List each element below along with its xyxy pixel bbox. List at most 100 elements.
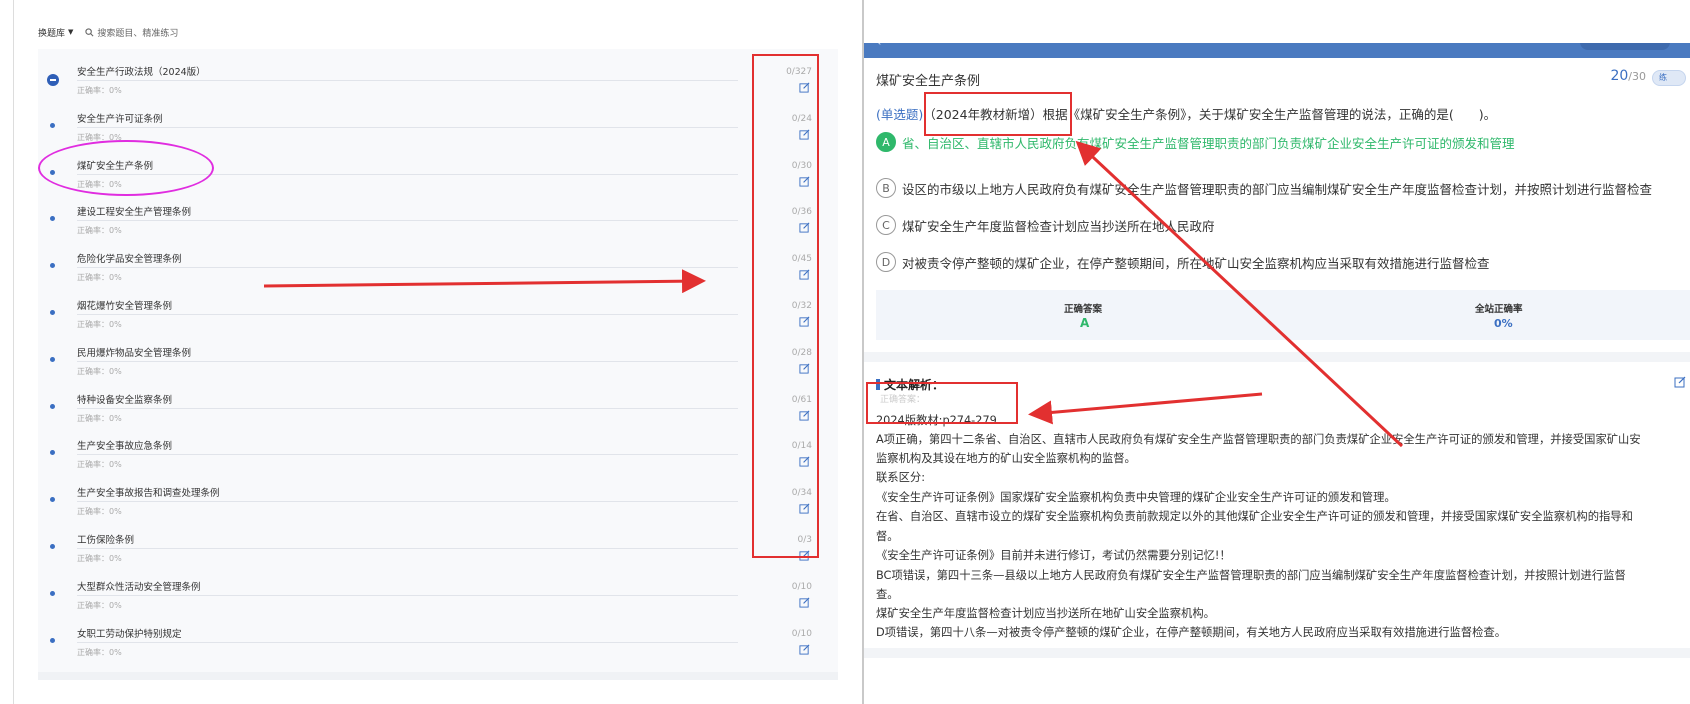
progress-total: /30: [1628, 70, 1646, 83]
left-toolbar: 换题库 ▼ 搜索题目、精准练习: [38, 22, 178, 42]
bullet-dot: [50, 637, 55, 643]
option-letter: C: [876, 215, 896, 235]
switch-bank-button[interactable]: 换题库 ▼: [38, 26, 73, 39]
site-rate-label: 全站正确率: [1475, 304, 1523, 315]
chapter-rate: 正确率：0%: [77, 320, 122, 329]
row-divider: [77, 126, 738, 128]
chapter-row[interactable]: 建设工程安全生产管理条例 正确率：0% 0/36: [38, 197, 838, 244]
switch-bank-label: 换题库: [38, 28, 66, 39]
chapter-title: 生产安全事故应急条例: [77, 441, 173, 453]
chapter-row[interactable]: 特种设备安全监察条例 正确率：0% 0/61: [38, 385, 838, 432]
row-divider: [77, 594, 738, 596]
caret-down-icon: ▼: [68, 28, 74, 36]
mode-toggle[interactable]: 练: [1652, 70, 1686, 86]
row-divider: [77, 220, 738, 222]
analysis-line: 在省、自治区、直辖市设立的煤矿安全监察机构负责前款规定以外的其他煤矿企业安全生产…: [876, 510, 1633, 523]
option-letter: B: [876, 178, 896, 198]
chapter-row[interactable]: 生产安全事故报告和调查处理条例 正确率：0% 0/34: [38, 478, 838, 525]
chapter-row[interactable]: 民用爆炸物品安全管理条例 正确率：0% 0/28: [38, 338, 838, 385]
row-divider: [77, 360, 738, 362]
analysis-line: D项错误，第四十八条—对被责令停产整顿的煤矿企业，在停产整顿期间，有关地方人民政…: [876, 626, 1507, 639]
bullet-dot: [50, 450, 55, 456]
section-separator: [864, 352, 1690, 362]
analysis-line: 煤矿安全生产年度监督检查计划应当抄送所在地矿山安全监察机构。: [876, 607, 1215, 620]
bullet-dot: [50, 356, 55, 362]
chapter-row[interactable]: 工伤保险条例 正确率：0% 0/3: [38, 525, 838, 572]
left-edge-strip: [0, 0, 14, 704]
chapter-count: 0/10: [791, 581, 812, 592]
bullet-dot: [50, 497, 55, 503]
answer-summary: 正确答案 A 全站正确率 0%: [876, 290, 1690, 340]
chapter-title: 女职工劳动保护特别规定: [77, 628, 182, 640]
bullet-dot: [50, 403, 55, 409]
chapter-title: 生产安全事故报告和调查处理条例: [77, 488, 220, 500]
analysis-line: 督。: [876, 530, 899, 543]
option-c[interactable]: C 煤矿安全生产年度监督检查计划应当抄送所在地人民政府: [876, 215, 1215, 235]
correct-answer-label: 正确答案: [1064, 304, 1103, 315]
chapter-rate: 正确率：0%: [77, 226, 122, 236]
chapter-title: 建设工程安全生产管理条例: [77, 207, 192, 219]
chapter-title: 民用爆炸物品安全管理条例: [77, 347, 192, 359]
screenshot-stage: 换题库 ▼ 搜索题目、精准练习 安全生产行政法规（2024版） 正确率：0% 0/3…: [0, 0, 1690, 704]
bullet-dot: [50, 590, 55, 596]
arrow-to-page-ref: [1028, 392, 1263, 425]
bullet-dot: [50, 263, 55, 269]
search-field[interactable]: 搜索题目、精准练习: [85, 26, 178, 39]
chapter-row[interactable]: 女职工劳动保护特别规定 正确率：0% 0/10: [38, 619, 838, 666]
bullet-dot: [50, 544, 55, 549]
selected-chapter-highlight: [38, 140, 214, 196]
chapter-rate: 正确率：0%: [77, 600, 122, 610]
edit-icon[interactable]: [799, 597, 810, 608]
section-title: 煤矿安全生产条例: [876, 74, 981, 89]
chapter-rate: 正确率：0%: [77, 86, 122, 95]
chapter-title: 烟花爆竹安全管理条例: [77, 301, 173, 312]
chapter-row[interactable]: 烟花爆竹安全管理条例 正确率：0% 0/32: [38, 291, 838, 338]
bullet-dot: [50, 122, 55, 128]
analysis-line: 查。: [876, 588, 899, 601]
chapter-rate: 正确率：0%: [77, 507, 122, 517]
chapter-rate: 正确率：0%: [77, 460, 122, 470]
correct-answer-value: A: [1080, 316, 1090, 330]
search-placeholder: 搜索题目、精准练习: [97, 28, 179, 39]
option-b[interactable]: B 设区的市级以上地方人民政府负有煤矿安全生产监督管理职责的部门应当编制煤矿安全…: [876, 178, 1652, 198]
textbook-page-highlight: [866, 382, 1018, 424]
list-bottom-strip: [38, 672, 838, 680]
bottom-separator: [864, 648, 1690, 658]
badge-highlight: [924, 92, 1072, 136]
analysis-line: 联系区分:: [876, 471, 925, 484]
row-divider: [77, 548, 738, 549]
collapse-icon[interactable]: [47, 74, 59, 86]
chapter-title: 安全生产许可证条例: [77, 113, 163, 125]
chapter-rate: 正确率：0%: [77, 413, 122, 423]
option-text: 煤矿安全生产年度监督检查计划应当抄送所在地人民政府: [902, 218, 1215, 234]
row-divider: [77, 267, 738, 269]
edit-icon[interactable]: [799, 644, 810, 655]
bullet-dot: [50, 216, 55, 222]
question-progress: 20/30: [1610, 68, 1646, 84]
question-type: (单选题): [876, 107, 924, 122]
analysis-line: A项正确，第四十二条省、自治区、直辖市人民政府负有煤矿安全生产监督管理职责的部门…: [876, 433, 1641, 446]
chapter-rate: 正确率：0%: [77, 554, 122, 563]
chapter-row[interactable]: 大型群众性活动安全管理条例 正确率：0% 0/10: [38, 572, 838, 619]
chapter-title: 危险化学品安全管理条例: [77, 254, 182, 266]
row-divider: [77, 641, 738, 643]
edit-icon[interactable]: [1674, 376, 1686, 388]
chapter-row[interactable]: 安全生产行政法规（2024版） 正确率：0% 0/327: [38, 57, 838, 104]
header-cropped-area: [864, 0, 1690, 43]
chapter-title: 安全生产行政法规（2024版）: [77, 67, 206, 78]
chapter-title: 工伤保险条例: [77, 535, 135, 546]
chapter-title: 大型群众性活动安全管理条例: [77, 581, 201, 593]
option-text: 对被责令停产整顿的煤矿企业，在停产整顿期间，所在地矿山安全监察机构应当采取有效措…: [902, 255, 1490, 271]
option-d[interactable]: D 对被责令停产整顿的煤矿企业，在停产整顿期间，所在地矿山安全监察机构应当采取有…: [876, 252, 1490, 272]
analysis-line: 《安全生产许可证条例》国家煤矿安全监察机构负责中央管理的煤矿企业安全生产许可证的…: [876, 491, 1396, 504]
analysis-line: BC项错误，第四十三条—县级以上地方人民政府负有煤矿安全生产监督管理职责的部门应…: [876, 569, 1626, 582]
chapter-count: 0/10: [791, 628, 812, 639]
chapter-row[interactable]: 生产安全事故应急条例 正确率：0% 0/14: [38, 431, 838, 478]
row-divider: [77, 314, 738, 315]
analysis-line: 《安全生产许可证条例》目前并未进行修订，考试仍然需要分别记忆!！: [876, 549, 1231, 562]
search-icon: [85, 27, 94, 36]
chapter-row[interactable]: 危险化学品安全管理条例 正确率：0% 0/45: [38, 244, 838, 291]
question-text: 根据《煤矿安全生产条例》，关于煤矿安全生产监督管理的说法，正确的是( )。: [1042, 107, 1497, 122]
count-column-highlight: [752, 54, 819, 558]
analysis-line: 监察机构及其设在地方的矿山安全监察机构的监督。: [876, 452, 1136, 465]
